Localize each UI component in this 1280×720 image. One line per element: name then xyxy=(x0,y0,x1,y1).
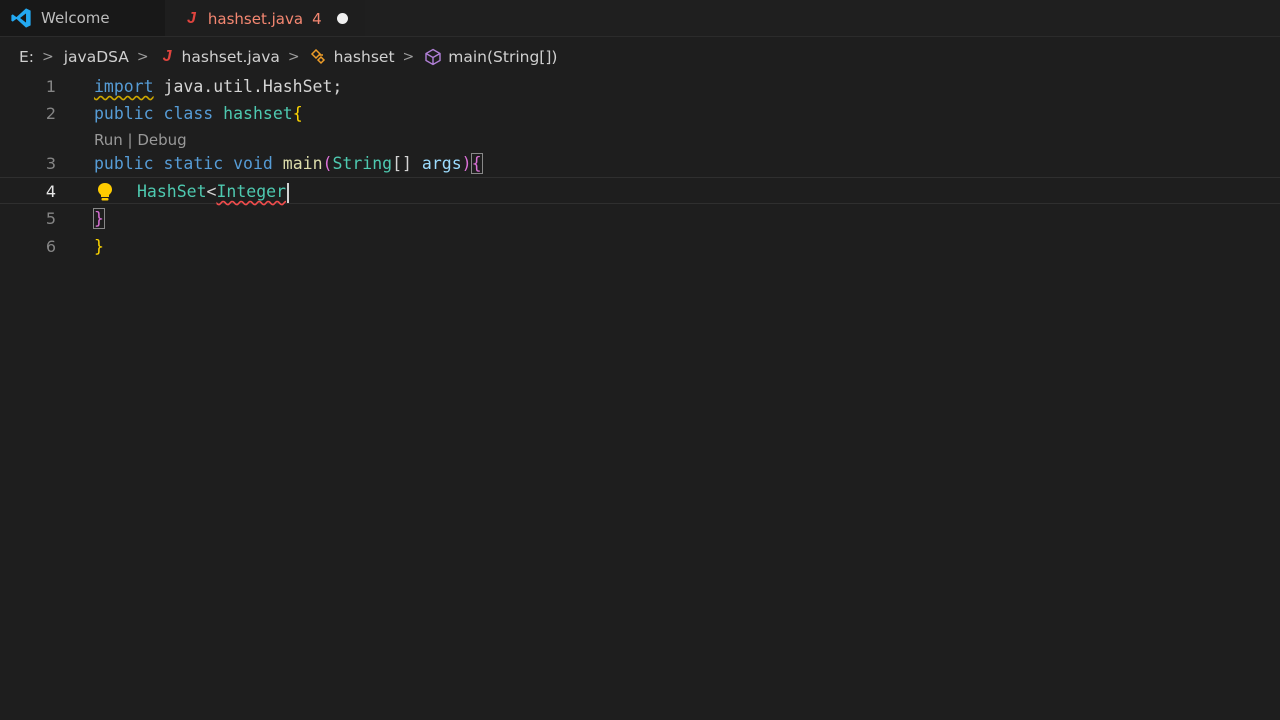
line-number: 5 xyxy=(45,209,56,228)
type-name: HashSet xyxy=(137,182,207,201)
tab-label: Welcome xyxy=(41,9,110,27)
breadcrumb-drive[interactable]: E: xyxy=(19,48,34,66)
code-line[interactable]: 6 } xyxy=(0,233,1280,260)
class-name: hashset xyxy=(223,104,293,123)
angle-bracket: < xyxy=(206,182,217,201)
code-text: public static void main(String[] args){ xyxy=(94,150,483,177)
code-text: } xyxy=(94,233,104,260)
keyword: public xyxy=(94,104,154,123)
brace: { xyxy=(292,104,303,123)
java-icon: J xyxy=(187,9,196,27)
chevron-right-icon: > xyxy=(42,49,54,65)
line-number: 4 xyxy=(45,182,56,201)
java-icon: J xyxy=(162,48,172,65)
keyword: void xyxy=(233,154,273,173)
paren: ( xyxy=(322,154,333,173)
array-brackets: [] xyxy=(392,154,412,173)
text-cursor xyxy=(287,182,290,203)
code-line[interactable]: 2 public class hashset{ xyxy=(0,100,1280,127)
code-line[interactable]: 1 import java.util.HashSet; xyxy=(0,73,1280,100)
line-number: 1 xyxy=(45,77,56,96)
chevron-right-icon: > xyxy=(136,49,149,65)
code-line-current[interactable]: 4 HashSet<Integer xyxy=(0,177,1280,204)
brace: { xyxy=(470,153,483,174)
code-text: } xyxy=(93,205,105,232)
code-editor[interactable]: 1 import java.util.HashSet; 2 public cla… xyxy=(0,72,1280,720)
problem-count-badge: 4 xyxy=(312,9,322,28)
code-line[interactable]: 3 public static void main(String[] args)… xyxy=(0,150,1280,177)
method-cube-icon xyxy=(425,48,441,66)
brace: } xyxy=(94,237,104,256)
chevron-right-icon: > xyxy=(287,49,300,65)
line-number: 3 xyxy=(45,154,56,173)
function-name: main xyxy=(282,154,323,173)
class-symbol-icon xyxy=(310,49,325,65)
code-line[interactable]: 5 } xyxy=(0,205,1280,232)
type-name-error: Integer xyxy=(216,182,287,201)
identifier: java.util.HashSet; xyxy=(163,77,343,96)
tab-label: hashset.java xyxy=(207,9,304,28)
unsaved-changes-dot-icon[interactable] xyxy=(336,13,348,24)
keyword: class xyxy=(163,104,214,123)
brace: } xyxy=(93,208,105,229)
code-text: public class hashset{ xyxy=(94,100,303,127)
breadcrumb-class[interactable]: hashset xyxy=(334,48,395,66)
code-text: import java.util.HashSet; xyxy=(94,73,342,100)
keyword: public xyxy=(94,154,154,173)
breadcrumb-file[interactable]: hashset.java xyxy=(182,48,280,66)
paren: ) xyxy=(461,154,472,173)
tab-welcome[interactable]: Welcome xyxy=(0,0,165,36)
tab-bar: Welcome J hashset.java 4 xyxy=(0,0,1280,37)
breadcrumb: E: > javaDSA > J hashset.java > hashset … xyxy=(0,44,1280,70)
parameter: args xyxy=(421,154,462,173)
keyword: import xyxy=(94,77,154,96)
line-number: 6 xyxy=(45,237,56,256)
breadcrumb-folder[interactable]: javaDSA xyxy=(64,48,129,66)
tab-hashset-java[interactable]: J hashset.java 4 xyxy=(165,0,365,36)
lightbulb-icon[interactable] xyxy=(96,182,114,202)
keyword: static xyxy=(163,154,224,173)
breadcrumb-method[interactable]: main(String[]) xyxy=(448,48,557,66)
line-number: 2 xyxy=(45,104,56,123)
code-text: HashSet<Integer xyxy=(137,178,290,205)
chevron-right-icon: > xyxy=(402,49,415,65)
vscode-logo-icon xyxy=(11,8,31,28)
type-name: String xyxy=(332,154,393,173)
